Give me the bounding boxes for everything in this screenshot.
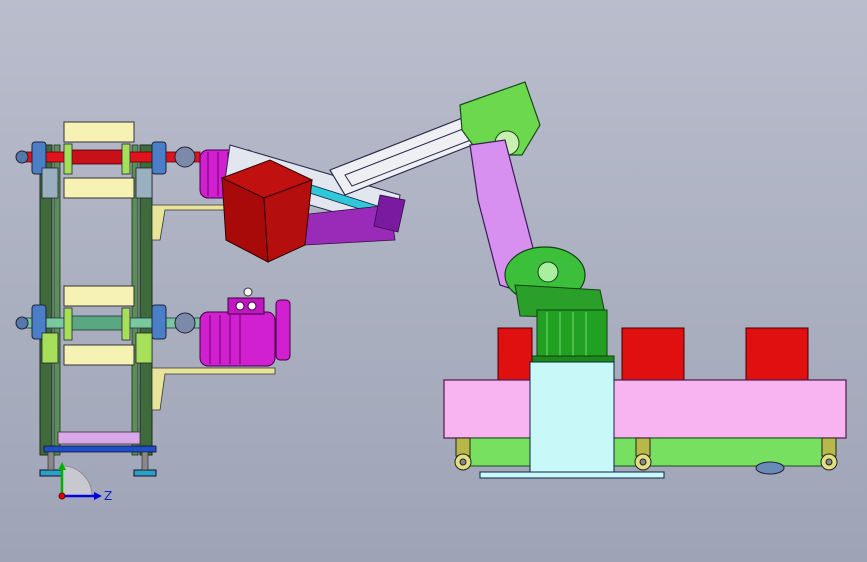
mid-bracket-right: [135, 332, 153, 364]
coupling-top: [174, 146, 196, 168]
cyan-pillar: [529, 361, 615, 473]
drive-gear: [755, 461, 785, 475]
mid-roller-core: [69, 315, 126, 331]
mid-pad-upper: [63, 285, 135, 307]
lower-motor-flange: [275, 299, 291, 361]
lower-shelf-bracket: [151, 367, 276, 411]
wheel-1: [454, 437, 472, 471]
gripper-plate-end: [373, 194, 406, 233]
frame-bottom-plate: [57, 431, 141, 445]
foot-stem-left: [47, 451, 55, 471]
triad-sector: [61, 465, 93, 497]
wheel-2: [634, 437, 652, 471]
top-bearing-right: [151, 141, 167, 175]
red-block-1: [497, 327, 533, 383]
triad-z-label: Z: [104, 489, 112, 503]
top-collar-right: [121, 143, 131, 175]
lower-motor-fan-icon: [243, 287, 253, 297]
coordinate-triad[interactable]: Z: [58, 462, 112, 503]
top-roller-core: [69, 149, 126, 165]
coupling-mid: [174, 312, 196, 334]
green-chassis: [469, 437, 835, 467]
robot-cart[interactable]: [443, 327, 847, 479]
top-collar-left: [63, 143, 73, 175]
mid-collar-left: [63, 307, 73, 341]
mid-bearing-right: [151, 304, 167, 340]
mid-bracket-left: [41, 332, 59, 364]
foot-stem-right: [141, 451, 149, 471]
top-pad-lower: [63, 177, 135, 199]
foot-left: [39, 469, 63, 477]
mid-end-cap-left: [15, 316, 29, 330]
frame-foot-bar: [43, 445, 157, 453]
mid-pad-lower: [63, 344, 135, 366]
foot-right: [133, 469, 157, 477]
top-end-cap-left: [15, 150, 29, 164]
red-block-3: [745, 327, 809, 383]
cad-viewport[interactable]: Z: [0, 0, 867, 562]
top-bracket-right: [135, 167, 153, 199]
cad-assembly-drawing[interactable]: Z: [0, 0, 867, 562]
wheel-3: [820, 437, 838, 471]
mid-collar-right: [121, 307, 131, 341]
lower-motor-terminal-box: [227, 297, 265, 315]
pink-rail: [443, 379, 847, 439]
cyan-base-plate: [479, 471, 665, 479]
top-bracket-left: [41, 167, 59, 199]
lower-motor[interactable]: [199, 287, 291, 367]
lower-motor-body: [199, 311, 276, 367]
top-pad-upper: [63, 121, 135, 143]
triad-origin: [58, 492, 66, 500]
red-block-2: [621, 327, 685, 383]
